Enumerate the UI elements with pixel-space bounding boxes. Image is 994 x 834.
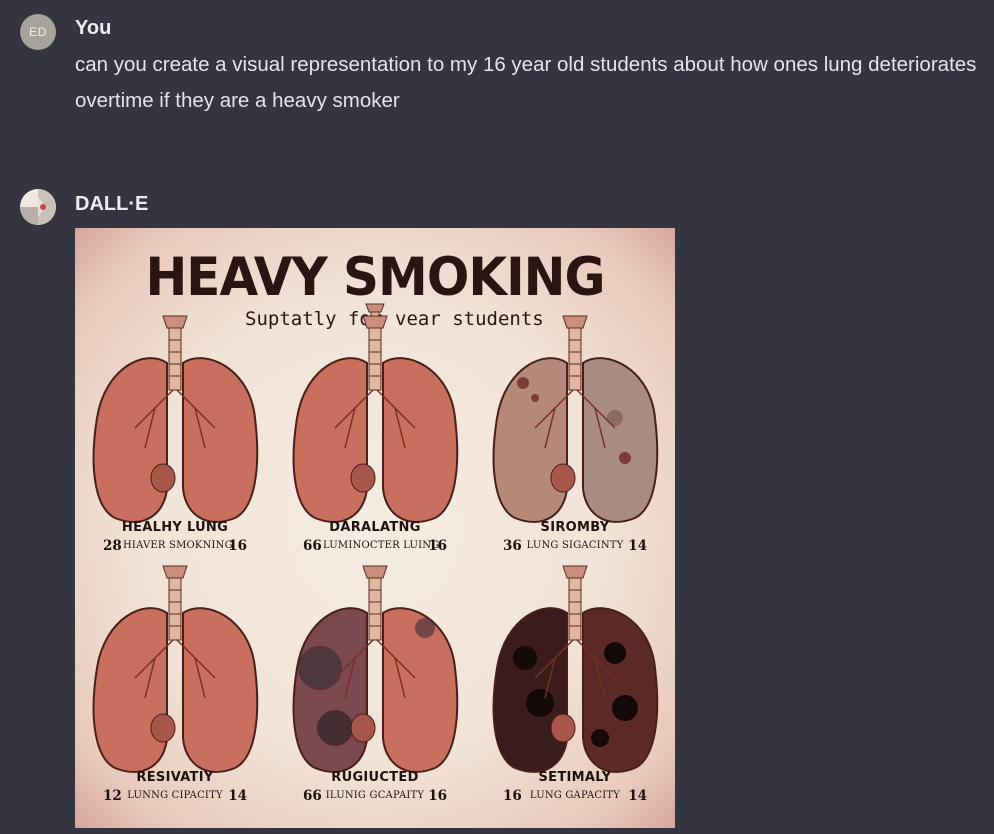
user-name: You: [75, 17, 112, 39]
lung-panel-caption: RUGIUCTED: [331, 770, 419, 785]
stat-right-number: 14: [628, 538, 647, 554]
stat-left-number: 36: [503, 538, 522, 554]
stat-left-number: 66: [303, 538, 322, 554]
stat-left-number: 28: [103, 538, 122, 554]
lung-panel-caption: SETIMALY: [538, 770, 612, 785]
stat-label: LUMINOCTER LUING: [323, 540, 440, 551]
image-title: HEAVY SMOKING: [145, 246, 605, 308]
lung-panel-caption: DARALATNG: [329, 520, 421, 535]
stat-right-number: 14: [628, 788, 647, 804]
lung-panel-caption: RESIVATIY: [136, 770, 214, 785]
lung-panel: RESIVATIY 12 LUNNG CIPACITY 14: [75, 558, 275, 818]
lung-icon: [92, 565, 259, 773]
user-avatar: ED: [20, 14, 56, 50]
stat-right-number: 16: [428, 538, 447, 554]
stat-label: ILUNIG GCAPAITY: [325, 790, 425, 801]
stat-right-number: 16: [428, 788, 447, 804]
lung-panel: SIROMBY 36 LUNG SIGACINTY 14: [475, 308, 675, 568]
lung-icon: [292, 315, 459, 523]
stat-label: LUNG GAPACITY: [529, 790, 621, 801]
lung-icon: [492, 565, 659, 773]
lung-panel-caption: HEALHY LUNG: [121, 520, 229, 535]
lung-icon: [492, 315, 659, 523]
stat-label: LUNNG CIPACITY: [127, 790, 223, 801]
lung-panel-stats: 66 ILUNIG GCAPAITY 16: [275, 788, 475, 804]
lung-icon: [92, 315, 259, 523]
lung-panel-stats: 28 HIAVER SMOKNING 16: [75, 538, 275, 554]
lung-icon: [292, 565, 459, 773]
lung-panel-stats: 66 LUMINOCTER LUING 16: [275, 538, 475, 554]
lung-panel-stats: 12 LUNNG CIPACITY 14: [75, 788, 275, 804]
lung-panel: SETIMALY 16 LUNG GAPACITY 14: [475, 558, 675, 818]
lung-panel: DARALATNG 66 LUMINOCTER LUING 16: [275, 308, 475, 568]
stat-label: HIAVER SMOKNING: [123, 540, 233, 551]
assistant-name: DALL·E: [75, 193, 149, 215]
stat-label: LUNG SIGACINTY: [526, 540, 624, 551]
stat-right-number: 14: [228, 788, 247, 804]
stat-left-number: 16: [503, 788, 522, 804]
lung-panel-stats: 36 LUNG SIGACINTY 14: [475, 538, 675, 554]
lung-panel-stats: 16 LUNG GAPACITY 14: [475, 788, 675, 804]
user-message: ED You can you create a visual represent…: [20, 14, 980, 124]
lung-panel: HEALHY LUNG 28 HIAVER SMOKNING 16: [75, 308, 275, 568]
stat-right-number: 16: [228, 538, 247, 554]
stat-left-number: 12: [103, 788, 122, 804]
lung-panel: RUGIUCTED 66 ILUNIG GCAPAITY 16: [275, 558, 475, 818]
stat-left-number: 66: [303, 788, 322, 804]
dalle-avatar-icon: [20, 189, 56, 225]
generated-image[interactable]: HEAVY SMOKING Suptatly for vear students…: [75, 228, 675, 828]
user-message-text: can you create a visual representation t…: [75, 53, 977, 112]
lung-panel-caption: SIROMBY: [540, 520, 610, 535]
